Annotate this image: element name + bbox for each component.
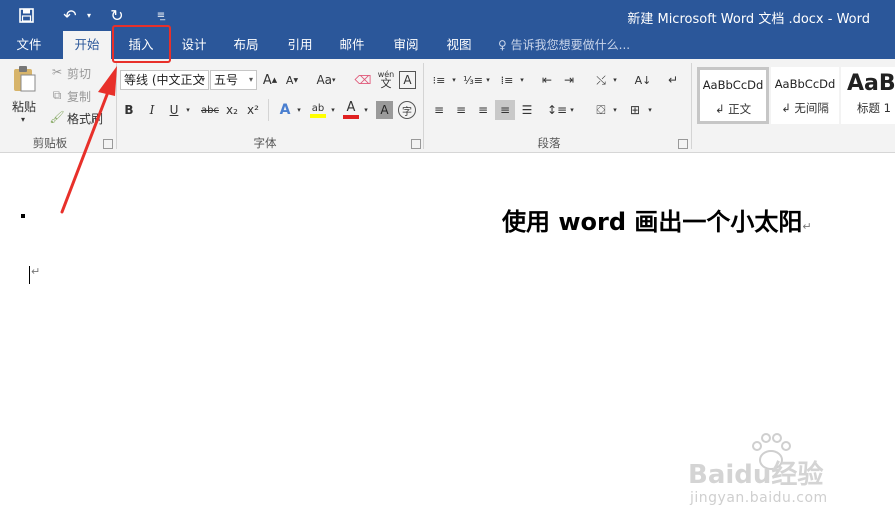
watermark-brand: Baidu经验: [688, 460, 824, 490]
watermark-url: jingyan.baidu.com: [690, 490, 828, 506]
baidu-watermark: Baidu经验 jingyan.baidu.com: [680, 432, 870, 522]
